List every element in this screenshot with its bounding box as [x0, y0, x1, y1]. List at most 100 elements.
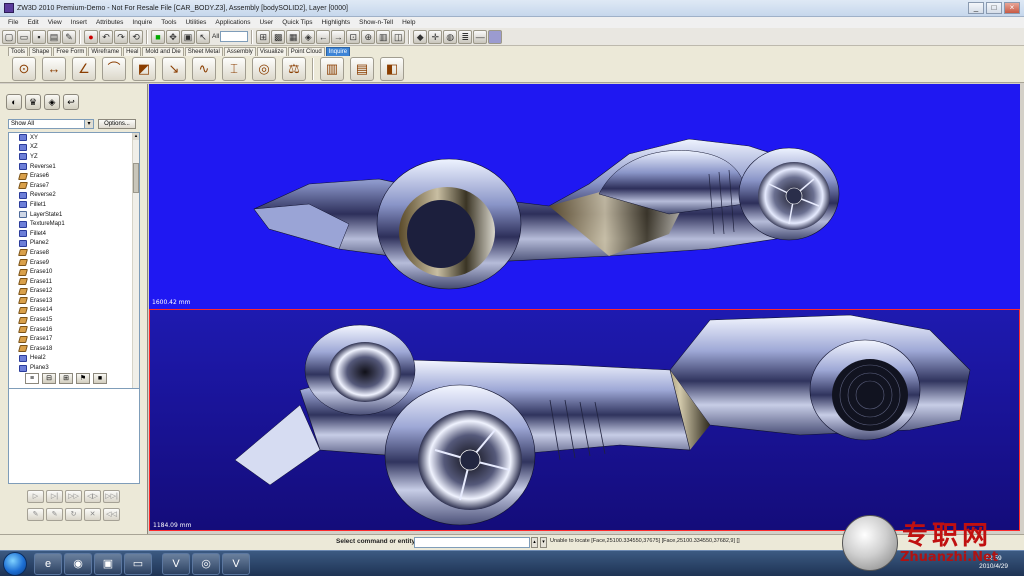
tree-item[interactable]: Erase16 [18, 325, 65, 335]
redo-icon[interactable]: ↷ [114, 29, 128, 44]
layer-stats-icon[interactable]: ▤ [350, 57, 374, 81]
menu-tools[interactable]: Tools [161, 19, 176, 26]
tree-item[interactable]: Erase17 [18, 334, 65, 344]
close-button[interactable]: × [1004, 2, 1020, 14]
history-icon[interactable]: ♛ [25, 94, 41, 110]
tab-visualize[interactable]: Visualize [256, 47, 287, 56]
stop-square-icon[interactable]: ■ [93, 373, 107, 384]
assembly-icon[interactable]: ◈ [44, 94, 60, 110]
menu-user[interactable]: User [259, 19, 273, 26]
viewport-bottom[interactable]: 1184.09 mm [149, 309, 1020, 531]
tree-item[interactable]: Fillet4 [19, 229, 65, 239]
tree-item[interactable]: XY [19, 133, 65, 143]
visual-icon[interactable]: ▣ [181, 29, 195, 44]
menu-insert[interactable]: Insert [71, 19, 87, 26]
wire-icon[interactable]: ▦ [286, 29, 301, 44]
cube-icon[interactable]: ◆ [413, 29, 428, 44]
menu-attributes[interactable]: Attributes [96, 19, 123, 26]
bom-icon[interactable]: ▥ [320, 57, 344, 81]
measure-arc-icon[interactable]: ⌒ [102, 57, 126, 81]
move-right-icon[interactable]: → [331, 29, 346, 44]
tab-inquire[interactable]: Inquire [325, 47, 351, 56]
menu-view[interactable]: View [48, 19, 62, 26]
palette-icon[interactable]: ◍ [443, 29, 458, 44]
options-button[interactable]: Options... [98, 119, 136, 129]
camera-icon[interactable]: ◈ [301, 29, 316, 44]
start-button[interactable] [3, 552, 27, 576]
tree-item[interactable]: Erase14 [18, 306, 65, 316]
filter-dropdown[interactable]: Show All ▾ [8, 119, 94, 129]
stop-icon[interactable]: ● [84, 29, 98, 44]
tree-item[interactable]: Erase6 [18, 171, 65, 181]
scroll-thumb[interactable] [133, 163, 139, 193]
skip-end-icon[interactable]: ▷▷| [103, 490, 120, 503]
tree-item[interactable]: Plane2 [19, 239, 65, 249]
move-left-icon[interactable]: ← [316, 29, 331, 44]
step-forward-icon[interactable]: ▷| [46, 490, 63, 503]
menu-inquire[interactable]: Inquire [132, 19, 152, 26]
tab-tools[interactable]: Tools [8, 47, 29, 56]
zw3d-window-icon[interactable]: V [222, 553, 250, 575]
zoom-fit-icon[interactable]: ⊡ [346, 29, 361, 44]
target-icon[interactable]: ✛ [428, 29, 443, 44]
inquire-point-icon[interactable]: ⊙ [12, 57, 36, 81]
print-preview-icon[interactable]: ◫ [391, 29, 406, 44]
ie-icon[interactable]: e [34, 553, 62, 575]
tab-sheet-metal[interactable]: Sheet Metal [184, 47, 223, 56]
select-icon[interactable]: ↖ [196, 29, 210, 44]
folder-icon[interactable]: ▭ [124, 553, 152, 575]
menu-highlights[interactable]: Highlights [322, 19, 351, 26]
tree-item[interactable]: Reverse1 [19, 162, 65, 172]
spin-up-icon[interactable]: ▴ [531, 537, 538, 548]
scroll-up-icon[interactable]: ▴ [133, 133, 139, 140]
tree-item[interactable]: Erase9 [18, 258, 65, 268]
line-style-icon[interactable]: — [473, 29, 488, 44]
tree-item[interactable]: Plane3 [19, 363, 65, 373]
fast-forward-icon[interactable]: ▷▷ [65, 490, 82, 503]
command-input[interactable] [414, 537, 530, 548]
menu-quick-tips[interactable]: Quick Tips [282, 19, 312, 26]
tree-item[interactable]: Heal2 [19, 354, 65, 364]
menu-applications[interactable]: Applications [215, 19, 250, 26]
part-tree-icon[interactable]: ◐ [6, 94, 22, 110]
tree-item[interactable]: Erase12 [18, 287, 65, 297]
tab-shape[interactable]: Shape [29, 47, 53, 56]
toggle-direction-icon[interactable]: ◁▷ [84, 490, 101, 503]
tab-free-form[interactable]: Free Form [53, 47, 88, 56]
tree-item[interactable]: YZ [19, 152, 65, 162]
attributes-icon[interactable]: ✎ [62, 29, 76, 44]
chevron-down-icon[interactable]: ▾ [84, 120, 93, 128]
tree-item[interactable]: Reverse2 [19, 191, 65, 201]
pick-icon[interactable]: ✥ [166, 29, 180, 44]
open-folder-icon[interactable]: ▭ [17, 29, 31, 44]
dimension-icon[interactable]: ↘ [162, 57, 186, 81]
explorer-icon[interactable]: ▣ [94, 553, 122, 575]
tab-wireframe[interactable]: Wireframe [88, 47, 123, 56]
back-icon[interactable]: ↩ [63, 94, 79, 110]
edit-alt-icon[interactable]: ✎ [46, 508, 63, 521]
menu-edit[interactable]: Edit [27, 19, 38, 26]
regenerate-icon[interactable]: ↻ [65, 508, 82, 521]
new-file-icon[interactable]: ▢ [2, 29, 16, 44]
color-swatch-icon[interactable] [488, 29, 503, 44]
tab-heal[interactable]: Heal [123, 47, 142, 56]
measure-angle-icon[interactable]: ∠ [72, 57, 96, 81]
draft-analysis-icon[interactable]: ◎ [252, 57, 276, 81]
assembly-view-icon[interactable]: ⊞ [59, 373, 73, 384]
save-icon[interactable]: ▪ [32, 29, 46, 44]
menu-show-n-tell[interactable]: Show-n-Tell [359, 19, 393, 26]
cross-section-icon[interactable]: ⌶ [222, 57, 246, 81]
undo-icon[interactable]: ↶ [99, 29, 113, 44]
tree-item[interactable]: Erase13 [18, 296, 65, 306]
measure-distance-icon[interactable]: ↔ [42, 57, 66, 81]
chrome-icon[interactable]: ◉ [64, 553, 92, 575]
media-icon[interactable]: ◎ [192, 553, 220, 575]
mass-properties-icon[interactable]: ⚖ [282, 57, 306, 81]
view-icon[interactable]: ▥ [376, 29, 391, 44]
grid-icon[interactable]: ⊞ [256, 29, 271, 44]
markers-icon[interactable]: ⚑ [76, 373, 90, 384]
menu-file[interactable]: File [8, 19, 18, 26]
regen-icon[interactable]: ⟲ [129, 29, 143, 44]
minimize-button[interactable]: _ [968, 2, 984, 14]
tree-item[interactable]: TextureMap1 [19, 219, 65, 229]
